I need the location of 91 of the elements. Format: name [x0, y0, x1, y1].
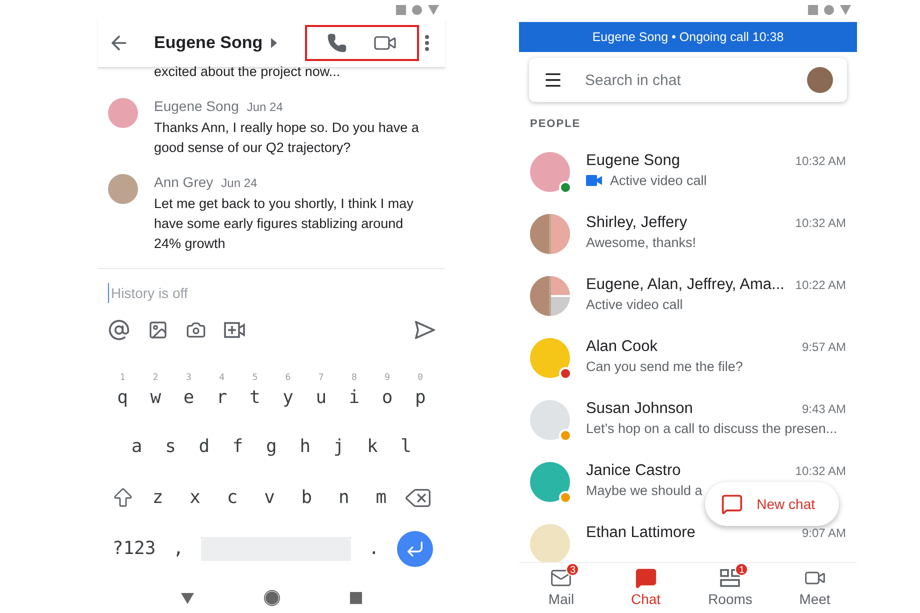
notification-count: 3: [566, 563, 580, 576]
keyboard-key[interactable]: d: [190, 436, 218, 457]
message-preview: Can you send me the file?: [586, 359, 743, 374]
keyboard-key[interactable]: m: [367, 487, 396, 508]
keyboard-key[interactable]: 7 u: [307, 372, 336, 408]
message-time: 9:07 AM: [802, 526, 846, 540]
message-text: Let me get back to you shortly, I think I may have some early figures stablizing around 24% growth: [154, 195, 414, 253]
notification-count: 1: [735, 563, 748, 576]
keyboard-key[interactable]: 8 i: [340, 372, 368, 408]
message-preview: Awesome, thanks!: [586, 235, 696, 250]
keyboard-key[interactable]: 9 o: [373, 372, 402, 408]
mail-icon: [550, 567, 572, 589]
keyboard-key[interactable]: j: [324, 436, 353, 457]
square-status-icon: [808, 5, 818, 15]
keyboard-key[interactable]: 4 r: [208, 372, 236, 408]
message-time: 10:22 AM: [795, 278, 846, 292]
keyboard-key[interactable]: a: [122, 436, 151, 457]
message-time: 10:32 AM: [795, 216, 846, 230]
message-preview: Maybe we should a: [586, 483, 702, 498]
circle-status-icon: [824, 5, 834, 15]
keyboard-key[interactable]: ,: [164, 538, 192, 559]
message-date: Jun 24: [246, 100, 283, 114]
back-triangle-icon[interactable]: [181, 592, 194, 604]
keyboard-key[interactable]: h: [291, 436, 320, 457]
keyboard-key[interactable]: k: [358, 436, 386, 457]
conversation-title[interactable]: Eugene Song: [154, 32, 263, 52]
contact-name[interactable]: Alan Cook: [586, 338, 658, 356]
keyboard-key[interactable]: g: [257, 436, 286, 457]
avatar: [108, 174, 138, 204]
send-button[interactable]: [415, 321, 435, 339]
keyboard-key[interactable]: c: [218, 487, 246, 508]
phone-call-button[interactable]: [326, 32, 347, 52]
message-time: 10:32 AM: [795, 154, 846, 168]
keyboard-key[interactable]: v: [255, 487, 284, 508]
rooms-icon: [719, 567, 742, 589]
keyboard-key[interactable]: 6 y: [274, 372, 302, 408]
caret-icon: [270, 38, 277, 48]
contact-name[interactable]: Susan Johnson: [586, 400, 693, 418]
keyboard-key[interactable]: n: [330, 487, 358, 508]
contact-name[interactable]: Eugene Song: [586, 152, 680, 170]
chat-bubble-icon: [720, 493, 743, 515]
chat-icon: [634, 567, 657, 589]
square-status-icon: [396, 5, 406, 15]
return-arrow-icon: [404, 538, 425, 558]
sender-name: Eugene Song: [154, 98, 239, 114]
ongoing-call-banner[interactable]: Eugene Song • Ongoing call 10:38: [519, 22, 857, 52]
nav-tab[interactable]: Mail 3: [526, 563, 596, 613]
sender-name: Ann Grey: [154, 174, 214, 190]
mention-button[interactable]: [108, 319, 130, 341]
account-avatar[interactable]: [807, 67, 833, 93]
more-options-button[interactable]: [424, 34, 429, 50]
triangle-status-icon: [840, 5, 851, 15]
message-time: 10:32 AM: [795, 464, 846, 478]
keyboard-key[interactable]: 0 p: [406, 372, 434, 408]
message-text: excited about the project now...: [153, 63, 342, 81]
keyboard-key[interactable]: .: [360, 538, 388, 559]
keyboard-key[interactable]: 2 w: [142, 372, 170, 408]
new-chat-button[interactable]: New chat: [704, 482, 839, 526]
nav-tab[interactable]: Meet: [780, 563, 850, 613]
camera-button[interactable]: [186, 320, 206, 340]
message-preview: Active video call: [586, 297, 683, 312]
contact-name[interactable]: Ethan Lattimore: [586, 524, 696, 542]
contact-name[interactable]: Eugene, Alan, Jeffrey, Ama...: [586, 276, 784, 294]
keyboard-key[interactable]: 5 t: [240, 372, 269, 408]
section-label: PEOPLE: [529, 117, 582, 132]
keyboard-key[interactable]: 1 q: [108, 372, 137, 408]
triangle-status-icon: [428, 5, 439, 15]
message-preview: Let’s hop on a call to discuss the presen...: [586, 421, 838, 436]
message-date: Jun 24: [221, 176, 258, 190]
message-text: Thanks Ann, I really hope so. Do you have a good sense of our Q2 trajectory?: [154, 119, 420, 157]
keyboard-key[interactable]: f: [224, 436, 252, 457]
keyboard-key[interactable]: b: [292, 487, 321, 508]
keyboard-key[interactable]: 3 e: [174, 372, 203, 408]
message-preview: Active video call: [610, 173, 707, 188]
circle-status-icon: [412, 5, 422, 15]
keyboard-key[interactable]: z: [144, 487, 172, 508]
keyboard-key[interactable]: ?123: [112, 538, 156, 559]
home-circle-icon[interactable]: [264, 590, 280, 606]
image-button[interactable]: [148, 320, 168, 340]
nav-tab[interactable]: Chat: [610, 563, 681, 613]
nav-tab[interactable]: Rooms 1: [695, 563, 766, 613]
avatar: [108, 98, 138, 128]
message-time: 9:57 AM: [802, 340, 846, 354]
contact-name[interactable]: Janice Castro: [586, 462, 681, 480]
keyboard-key[interactable]: s: [156, 436, 184, 457]
keyboard-key[interactable]: x: [181, 487, 210, 508]
keyboard-key[interactable]: l: [392, 436, 420, 457]
add-video-button[interactable]: [224, 321, 246, 339]
message-time: 9:43 AM: [802, 402, 846, 416]
contact-name[interactable]: Shirley, Jeffery: [586, 214, 688, 232]
enter-key[interactable]: [396, 530, 433, 566]
